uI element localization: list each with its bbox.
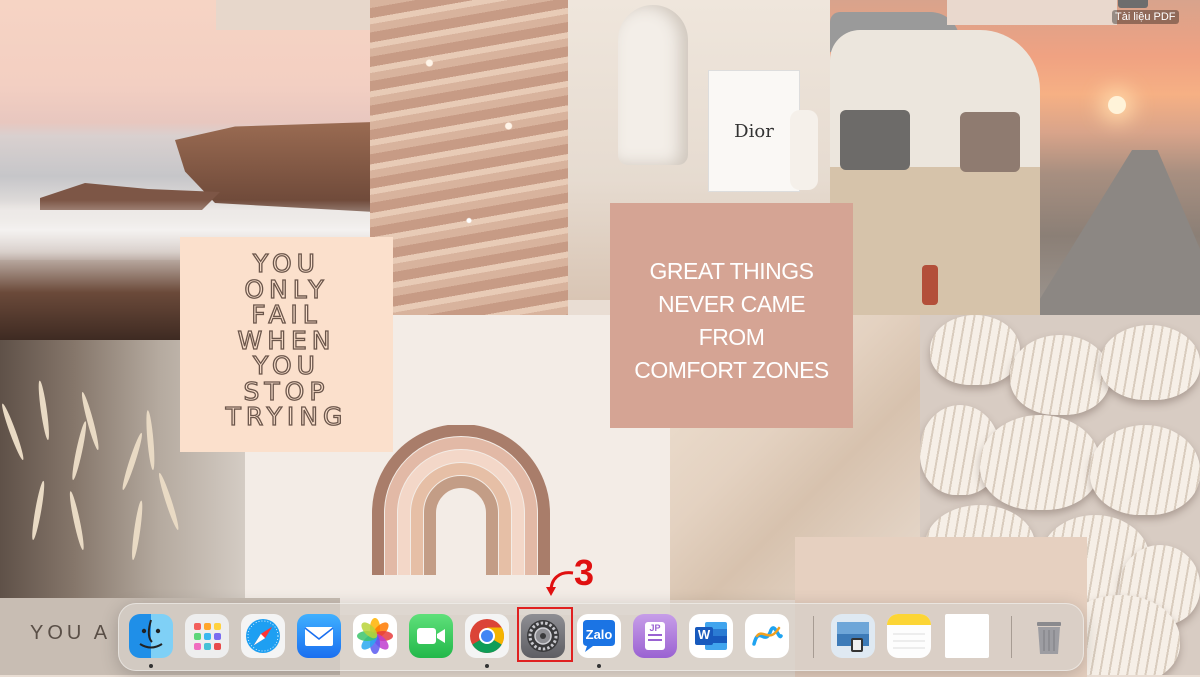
quote-right-text: GREAT THINGS NEVER CAME FROM COMFORT ZON…: [634, 258, 829, 383]
dictionary-label: JP: [649, 623, 661, 633]
rainbow-illustration: [372, 425, 550, 575]
dictionary-icon[interactable]: JP: [633, 614, 677, 658]
wallpaper-van-photo: [830, 0, 1200, 315]
preview-icon[interactable]: [831, 614, 875, 658]
chrome-running-dot: [485, 664, 489, 668]
freeform-icon[interactable]: [745, 614, 789, 658]
curved-arrow-icon: [546, 571, 574, 596]
word-icon[interactable]: W: [689, 614, 733, 658]
step-number-label: 3: [574, 552, 595, 593]
finder-running-dot: [149, 664, 153, 668]
facetime-icon[interactable]: [409, 614, 453, 658]
wallpaper-quote-card-right: GREAT THINGS NEVER CAME FROM COMFORT ZON…: [610, 203, 853, 428]
wallpaper-sea-photo: [370, 0, 568, 315]
wallpaper-note-top-right: [947, 0, 1117, 25]
word-label: W: [697, 627, 711, 642]
document-icon[interactable]: [945, 614, 989, 658]
launchpad-icon[interactable]: [185, 614, 229, 658]
quote-left-text: YOU ONLY FAIL WHEN YOU STOP TRYING: [225, 249, 348, 431]
zalo-label: Zalo: [585, 627, 613, 642]
wallpaper-quote-card-left: YOU ONLY FAIL WHEN YOU STOP TRYING: [180, 237, 393, 452]
dior-bag-text: Dior: [734, 121, 774, 142]
trash-icon[interactable]: [1027, 614, 1071, 658]
dock-separator-2: [1011, 616, 1012, 658]
dock-separator-1: [813, 616, 814, 658]
zalo-running-dot: [597, 664, 601, 668]
chrome-icon[interactable]: [465, 614, 509, 658]
pdf-file-label[interactable]: Tài liệu PDF: [1112, 10, 1179, 24]
pdf-file-icon[interactable]: [1118, 0, 1148, 8]
mail-icon[interactable]: [297, 614, 341, 658]
zalo-icon[interactable]: Zalo: [577, 614, 621, 658]
finder-icon[interactable]: [129, 614, 173, 658]
dock: Zalo JP W: [118, 603, 1084, 671]
safari-icon[interactable]: [241, 614, 285, 658]
bottom-left-text: YOU A: [30, 622, 112, 644]
notes-icon[interactable]: [887, 614, 931, 658]
system-settings-highlight-box: [517, 607, 573, 662]
photos-icon[interactable]: [353, 614, 397, 658]
